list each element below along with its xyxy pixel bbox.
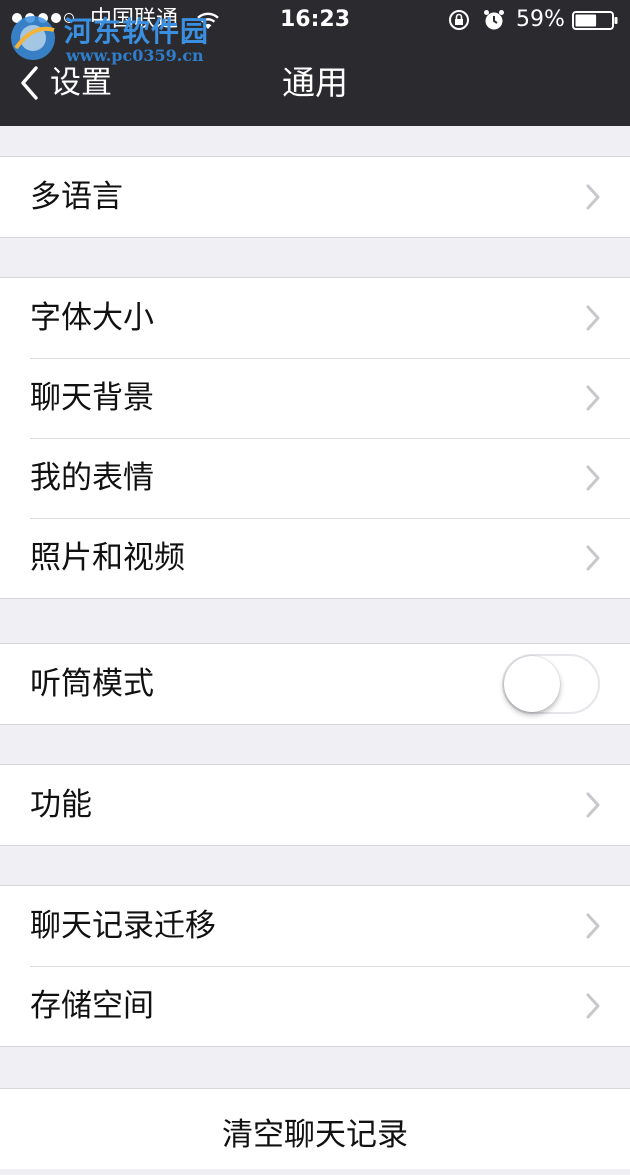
list-item-earpiece-mode: 听筒模式 [0, 644, 630, 724]
list-item-label: 存储空间 [30, 988, 154, 1024]
clear-chat-history-button[interactable]: 清空聊天记录 [0, 1089, 630, 1169]
list-item-features[interactable]: 功能 [0, 765, 630, 845]
settings-group-features: 功能 [0, 764, 630, 846]
watermark-title: 河东软件园 [64, 15, 210, 48]
settings-group-storage: 聊天记录迁移 存储空间 [0, 885, 630, 1047]
chevron-right-icon [586, 993, 600, 1019]
earpiece-mode-toggle[interactable] [502, 654, 600, 714]
alarm-icon [484, 10, 504, 30]
list-item-label: 功能 [30, 787, 92, 823]
list-item-label: 聊天记录迁移 [30, 908, 216, 944]
list-item-chat-migration[interactable]: 聊天记录迁移 [0, 886, 630, 966]
chevron-right-icon [586, 184, 600, 210]
list-item-label: 听筒模式 [30, 666, 154, 702]
settings-group-earpiece: 听筒模式 [0, 643, 630, 725]
list-item-storage-space[interactable]: 存储空间 [0, 966, 630, 1046]
list-item-multi-language[interactable]: 多语言 [0, 157, 630, 237]
top-bar: 中国联通 16:23 59% 河东软件园 www.pc0359.cn 设置 通用 [0, 0, 630, 126]
battery-fill [575, 14, 597, 27]
clear-chat-history-label: 清空聊天记录 [222, 1117, 408, 1153]
list-item-label: 我的表情 [30, 460, 154, 496]
list-item-label: 照片和视频 [30, 540, 185, 576]
chevron-right-icon [586, 545, 600, 571]
chevron-right-icon [586, 305, 600, 331]
list-item-label: 聊天背景 [30, 380, 154, 416]
chevron-right-icon [586, 385, 600, 411]
chevron-right-icon [586, 792, 600, 818]
chevron-right-icon [586, 465, 600, 491]
toggle-knob [504, 656, 560, 712]
page-title: 通用 [282, 63, 348, 102]
list-item-font-size[interactable]: 字体大小 [0, 278, 630, 358]
rotation-lock-icon [449, 10, 469, 30]
settings-group-appearance: 字体大小 聊天背景 我的表情 照片和视频 [0, 277, 630, 599]
list-item-my-stickers[interactable]: 我的表情 [0, 438, 630, 518]
list-item-photos-videos[interactable]: 照片和视频 [0, 518, 630, 598]
chevron-right-icon [586, 913, 600, 939]
watermark-logo-icon [11, 16, 55, 60]
settings-group-clear: 清空聊天记录 [0, 1088, 630, 1169]
battery-icon [572, 11, 618, 30]
list-item-label: 多语言 [30, 179, 123, 215]
list-item-chat-background[interactable]: 聊天背景 [0, 358, 630, 438]
settings-group-language: 多语言 [0, 156, 630, 238]
battery-percentage: 59% [516, 7, 565, 32]
list-item-label: 字体大小 [30, 300, 154, 336]
